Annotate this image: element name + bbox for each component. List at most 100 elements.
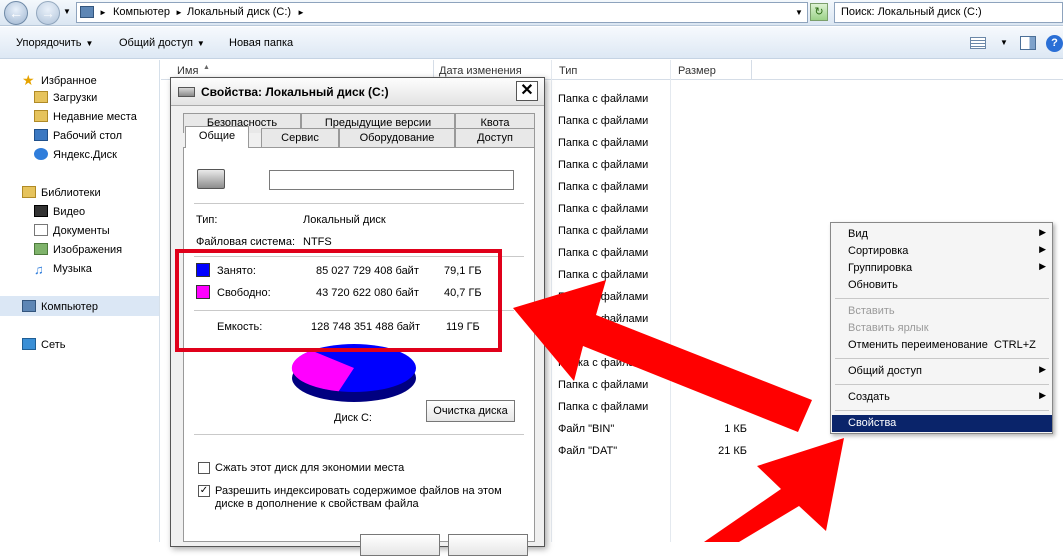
close-button[interactable]: ✕	[516, 81, 538, 101]
help-icon[interactable]: ?	[1046, 35, 1063, 52]
crumb-separator-icon[interactable]: ►	[175, 8, 183, 17]
nav-video[interactable]: Видео	[34, 205, 85, 223]
menu-item-sort[interactable]: Сортировка ▶	[832, 243, 1052, 260]
tab-sharing[interactable]: Доступ	[455, 128, 535, 148]
nav-network-label: Сеть	[41, 339, 66, 351]
file-type: Папка с файлами	[558, 181, 649, 193]
crumb-local-disk[interactable]: Локальный диск (C:)	[187, 6, 291, 18]
column-type[interactable]: Тип	[559, 65, 577, 77]
sort-arrow-icon: ▲	[203, 64, 210, 71]
nav-recent-places[interactable]: Недавние места	[34, 110, 137, 128]
menu-item-sort-label: Сортировка	[848, 245, 909, 257]
free-gb: 40,7 ГБ	[444, 287, 482, 299]
used-gb: 79,1 ГБ	[444, 265, 482, 277]
capacity-gb: 119 ГБ	[446, 321, 480, 333]
column-date[interactable]: Дата изменения	[439, 65, 522, 77]
filesystem-value: NTFS	[303, 236, 332, 248]
new-folder-button[interactable]: Новая папка	[229, 37, 293, 49]
ok-button[interactable]	[360, 534, 440, 556]
libraries-icon	[22, 186, 36, 198]
free-label: Свободно:	[217, 287, 271, 299]
nav-desktop[interactable]: Рабочий стол	[34, 129, 122, 147]
nav-desktop-label: Рабочий стол	[53, 130, 123, 142]
menu-item-undo-rename[interactable]: Отменить переименование CTRL+Z	[832, 337, 1052, 354]
compress-checkbox[interactable]	[198, 462, 210, 474]
index-checkbox[interactable]: ✓	[198, 485, 210, 497]
file-type: Папка с файлами	[558, 115, 649, 127]
file-type: Папка с файлами	[558, 269, 649, 281]
file-type: Папка с файлами	[558, 357, 649, 369]
nav-music[interactable]: ♫ Музыка	[34, 262, 92, 280]
nav-favorites-label: Избранное	[41, 75, 97, 87]
menu-item-paste[interactable]: Вставить	[832, 303, 1052, 320]
crumb-separator-icon[interactable]: ►	[99, 8, 107, 17]
back-button[interactable]: ←	[4, 1, 28, 25]
properties-dialog: Свойства: Локальный диск (C:) ✕ Безопасн…	[170, 77, 545, 556]
menu-item-refresh[interactable]: Обновить	[832, 277, 1052, 294]
pictures-icon	[34, 243, 48, 255]
menu-item-paste-label: Вставить	[848, 305, 895, 317]
dialog-titlebar[interactable]: Свойства: Локальный диск (C:) ✕	[171, 78, 544, 106]
refresh-button[interactable]: ↻	[810, 3, 828, 21]
disk-cleanup-button[interactable]: Очистка диска	[426, 400, 515, 422]
tab-hardware[interactable]: Оборудование	[339, 128, 455, 148]
checkmark-icon: ✓	[199, 485, 209, 496]
music-icon: ♫	[34, 262, 44, 277]
menu-item-properties[interactable]: Свойства	[832, 415, 1052, 432]
nav-computer[interactable]: Компьютер	[22, 300, 98, 318]
menu-separator	[835, 384, 1049, 385]
tab-tools[interactable]: Сервис	[261, 128, 339, 148]
video-icon	[34, 205, 48, 217]
nav-libraries[interactable]: Библиотеки	[22, 186, 101, 204]
address-dropdown-icon[interactable]: ▼	[795, 8, 803, 17]
panel-divider	[194, 310, 514, 311]
tab-general[interactable]: Общие	[185, 126, 249, 148]
used-bytes: 85 027 729 408 байт	[316, 265, 419, 277]
share-label: Общий доступ	[119, 37, 193, 49]
drive-large-icon	[197, 169, 225, 189]
menu-separator	[835, 410, 1049, 411]
crumb-computer[interactable]: Компьютер	[113, 6, 170, 18]
nav-network[interactable]: Сеть	[22, 338, 65, 356]
crumb-separator-icon[interactable]: ►	[297, 8, 305, 17]
organize-button[interactable]: Упорядочить ▼	[16, 37, 93, 49]
column-name[interactable]: Имя	[177, 65, 198, 77]
share-button[interactable]: Общий доступ ▼	[119, 37, 205, 49]
index-label: Разрешить индексировать содержимое файло…	[215, 485, 502, 510]
view-options-icon[interactable]	[970, 37, 986, 49]
chevron-down-icon[interactable]: ▼	[1000, 38, 1008, 47]
type-value: Локальный диск	[303, 214, 386, 226]
menu-item-properties-label: Свойства	[848, 417, 897, 429]
drive-name-input[interactable]	[269, 170, 514, 190]
nav-pictures[interactable]: Изображения	[34, 243, 122, 261]
recent-pages-dropdown[interactable]: ▼	[63, 7, 71, 16]
nav-downloads[interactable]: Загрузки	[34, 91, 97, 109]
column-size[interactable]: Размер	[678, 65, 716, 77]
menu-item-share[interactable]: Общий доступ ▶	[832, 363, 1052, 380]
chevron-down-icon: ▼	[85, 39, 94, 48]
forward-button[interactable]: →	[36, 1, 60, 25]
nav-favorites[interactable]: ★ Избранное	[22, 72, 97, 90]
file-type: Папка с файлами	[558, 291, 649, 303]
recent-places-icon	[34, 110, 48, 122]
menu-item-undo-rename-label: Отменить переименование	[848, 339, 988, 351]
menu-item-group[interactable]: Группировка ▶	[832, 260, 1052, 277]
search-input[interactable]: Поиск: Локальный диск (C:)	[834, 2, 1063, 23]
nav-music-label: Музыка	[53, 263, 92, 275]
computer-small-icon	[80, 6, 94, 18]
nav-yandex-disk[interactable]: Яндекс.Диск	[34, 148, 117, 166]
column-separator[interactable]	[751, 60, 752, 80]
cancel-button[interactable]	[448, 534, 528, 556]
context-menu: Вид ▶ Сортировка ▶ Группировка ▶ Обновит…	[830, 222, 1053, 434]
submenu-arrow-icon: ▶	[1039, 227, 1046, 237]
nav-documents[interactable]: Документы	[34, 224, 110, 242]
menu-item-view[interactable]: Вид ▶	[832, 226, 1052, 243]
file-type: Папка с файлами	[558, 247, 649, 259]
file-type: Папка с файлами	[558, 335, 649, 347]
submenu-arrow-icon: ▶	[1039, 364, 1046, 374]
preview-pane-icon[interactable]	[1020, 36, 1036, 50]
menu-item-paste-shortcut[interactable]: Вставить ярлык	[832, 320, 1052, 337]
address-field[interactable]: ► Компьютер ► Локальный диск (C:) ► ▼	[76, 2, 808, 23]
nav-yandex-label: Яндекс.Диск	[53, 149, 117, 161]
menu-item-new[interactable]: Создать ▶	[832, 389, 1052, 406]
